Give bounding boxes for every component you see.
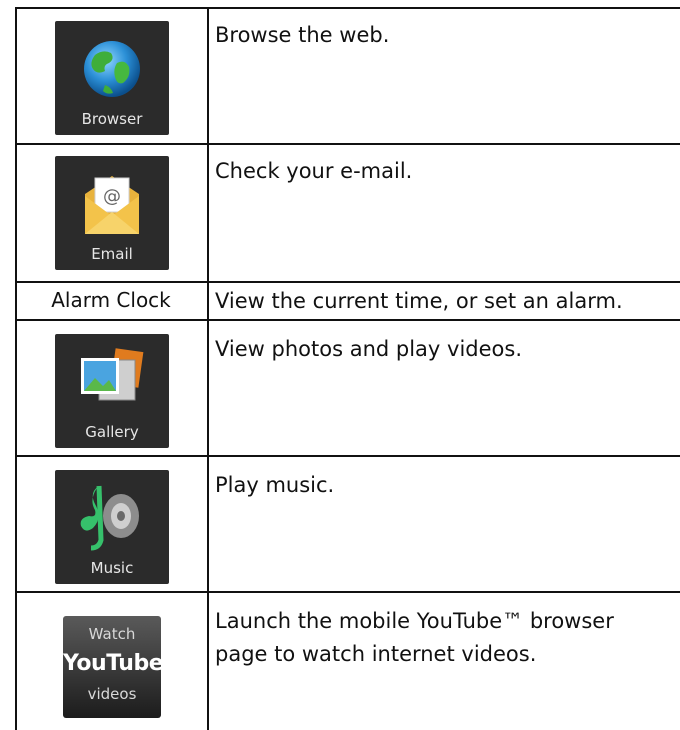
row-divider <box>15 455 680 457</box>
row-divider <box>15 281 680 283</box>
gallery-icon-label: Gallery <box>85 423 139 441</box>
music-app-icon: Music <box>55 470 169 584</box>
youtube-badge-logo: YouTube <box>63 651 164 676</box>
row-divider <box>15 319 680 321</box>
browser-icon-label: Browser <box>81 110 143 128</box>
email-description: Check your e-mail. <box>215 159 413 183</box>
column-divider <box>207 7 209 730</box>
youtube-badge-videos: videos <box>87 685 137 703</box>
youtube-description-line1: Launch the mobile YouTube™ browser <box>215 609 614 633</box>
youtube-badge-watch: Watch <box>88 625 136 643</box>
youtube-description-line2: page to watch internet videos. <box>215 642 537 666</box>
email-icon-label: Email <box>91 245 133 263</box>
youtube-badge-icon: Watch YouTube videos <box>63 616 164 718</box>
gallery-description: View photos and play videos. <box>215 337 522 361</box>
music-icon-label: Music <box>90 559 134 577</box>
table-top-border <box>15 7 680 9</box>
gallery-app-icon: Gallery <box>55 334 169 448</box>
row-divider <box>15 143 680 145</box>
music-description: Play music. <box>215 473 335 497</box>
alarm-clock-label: Alarm Clock <box>51 288 171 312</box>
svg-text:@: @ <box>103 186 121 207</box>
alarm-clock-description: View the current time, or set an alarm. <box>215 289 623 313</box>
row-divider <box>15 591 680 593</box>
browser-app-icon: Browser <box>55 21 169 135</box>
browser-description: Browse the web. <box>215 23 390 47</box>
email-app-icon: @ Email <box>55 156 169 270</box>
table-left-border <box>15 7 17 730</box>
